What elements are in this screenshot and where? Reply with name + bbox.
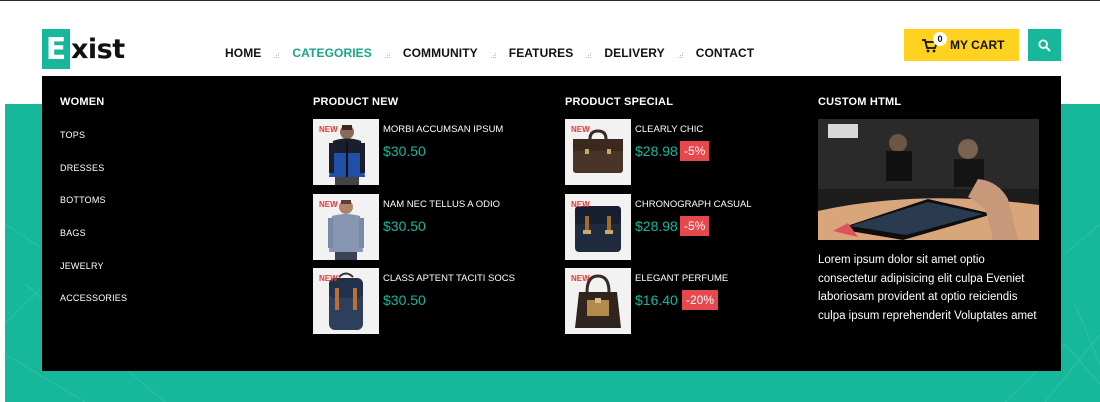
- product-name[interactable]: CHRONOGRAPH CASUAL: [635, 199, 752, 210]
- nav-delivery[interactable]: DELIVERY: [604, 46, 664, 60]
- product-name[interactable]: NAM NEC TELLUS A ODIO: [383, 199, 500, 210]
- cart-count-badge: 0: [933, 32, 947, 46]
- nav-contact[interactable]: CONTACT: [696, 46, 754, 60]
- nav-separator: [677, 52, 683, 58]
- category-link-accessories[interactable]: ACCESSORIES: [60, 293, 127, 303]
- new-badge: NEW: [319, 200, 338, 209]
- product-name[interactable]: MORBI ACCUMSAN IPSUM: [383, 124, 503, 135]
- new-badge: NEW: [319, 274, 338, 283]
- site-logo[interactable]: E xist: [42, 29, 125, 69]
- product-price: $16.40: [635, 292, 678, 308]
- nav-categories[interactable]: CATEGORIES: [292, 46, 371, 60]
- discount-badge: -5%: [680, 216, 710, 236]
- product-name[interactable]: ELEGANT PERFUME: [635, 273, 728, 284]
- logo-wordmark: xist: [71, 33, 125, 65]
- product-thumbnail[interactable]: NEW: [565, 194, 631, 260]
- discount-badge: -5%: [680, 141, 710, 161]
- my-cart-button[interactable]: 0 MY CART: [904, 29, 1019, 61]
- new-badge: NEW: [571, 125, 590, 134]
- new-badge: NEW: [319, 125, 338, 134]
- product-item: NEW ELEGANT PERFUME $16.40 -20%: [565, 268, 795, 334]
- nav-separator: [274, 52, 280, 58]
- product-item: NEW MORBI ACCUMSAN IPSUM $30.50: [313, 119, 543, 185]
- product-price: $30.50: [383, 292, 426, 308]
- category-link-tops[interactable]: TOPS: [60, 130, 85, 140]
- tablet-photo-image: [818, 119, 1039, 240]
- product-price: $30.50: [383, 143, 426, 159]
- logo-mark: E: [42, 29, 70, 69]
- product-special-title: PRODUCT SPECIAL: [565, 96, 674, 108]
- product-item: NEW CHRONOGRAPH CASUAL $28.98 -5%: [565, 194, 795, 260]
- product-thumbnail[interactable]: NEW: [313, 119, 379, 185]
- cart-label: MY CART: [950, 38, 1005, 52]
- nav-features[interactable]: FEATURES: [509, 46, 574, 60]
- product-price: $28.98: [635, 143, 678, 159]
- product-thumbnail[interactable]: NEW: [565, 268, 631, 334]
- categories-mega-menu: WOMEN TOPS DRESSES BOTTOMS BAGS JEWELRY …: [42, 76, 1061, 371]
- main-nav: HOME CATEGORIES COMMUNITY FEATURES DELIV…: [225, 44, 754, 62]
- new-badge: NEW: [571, 200, 590, 209]
- category-link-bottoms[interactable]: BOTTOMS: [60, 195, 106, 205]
- search-icon: [1038, 38, 1051, 52]
- product-item: NEW CLEARLY CHIC $28.98 -5%: [565, 119, 795, 185]
- product-thumbnail[interactable]: NEW: [313, 268, 379, 334]
- product-name[interactable]: CLASS APTENT TACITI SOCS: [383, 273, 515, 284]
- category-link-bags[interactable]: BAGS: [60, 228, 86, 238]
- tablet-photo: [818, 119, 1039, 240]
- new-badge: NEW: [571, 274, 590, 283]
- product-price: $28.98: [635, 218, 678, 234]
- custom-html-text: Lorem ipsum dolor sit amet optio consect…: [818, 254, 1037, 322]
- category-link-dresses[interactable]: DRESSES: [60, 163, 104, 173]
- women-title: WOMEN: [60, 96, 105, 108]
- product-thumbnail[interactable]: NEW: [313, 194, 379, 260]
- nav-separator: [384, 52, 390, 58]
- product-item: NEW CLASS APTENT TACITI SOCS $30.50: [313, 268, 543, 334]
- custom-html-title: CUSTOM HTML: [818, 96, 902, 108]
- category-link-jewelry[interactable]: JEWELRY: [60, 261, 104, 271]
- product-new-title: PRODUCT NEW: [313, 96, 399, 108]
- nav-separator: [490, 52, 496, 58]
- nav-home[interactable]: HOME: [225, 46, 261, 60]
- product-name[interactable]: CLEARLY CHIC: [635, 124, 703, 135]
- product-price: $30.50: [383, 218, 426, 234]
- discount-badge: -20%: [682, 290, 719, 310]
- product-thumbnail[interactable]: NEW: [565, 119, 631, 185]
- search-button[interactable]: [1028, 29, 1061, 61]
- nav-community[interactable]: COMMUNITY: [403, 46, 478, 60]
- nav-separator: [586, 52, 592, 58]
- product-item: NEW NAM NEC TELLUS A ODIO $30.50: [313, 194, 543, 260]
- top-border: [0, 0, 1100, 1]
